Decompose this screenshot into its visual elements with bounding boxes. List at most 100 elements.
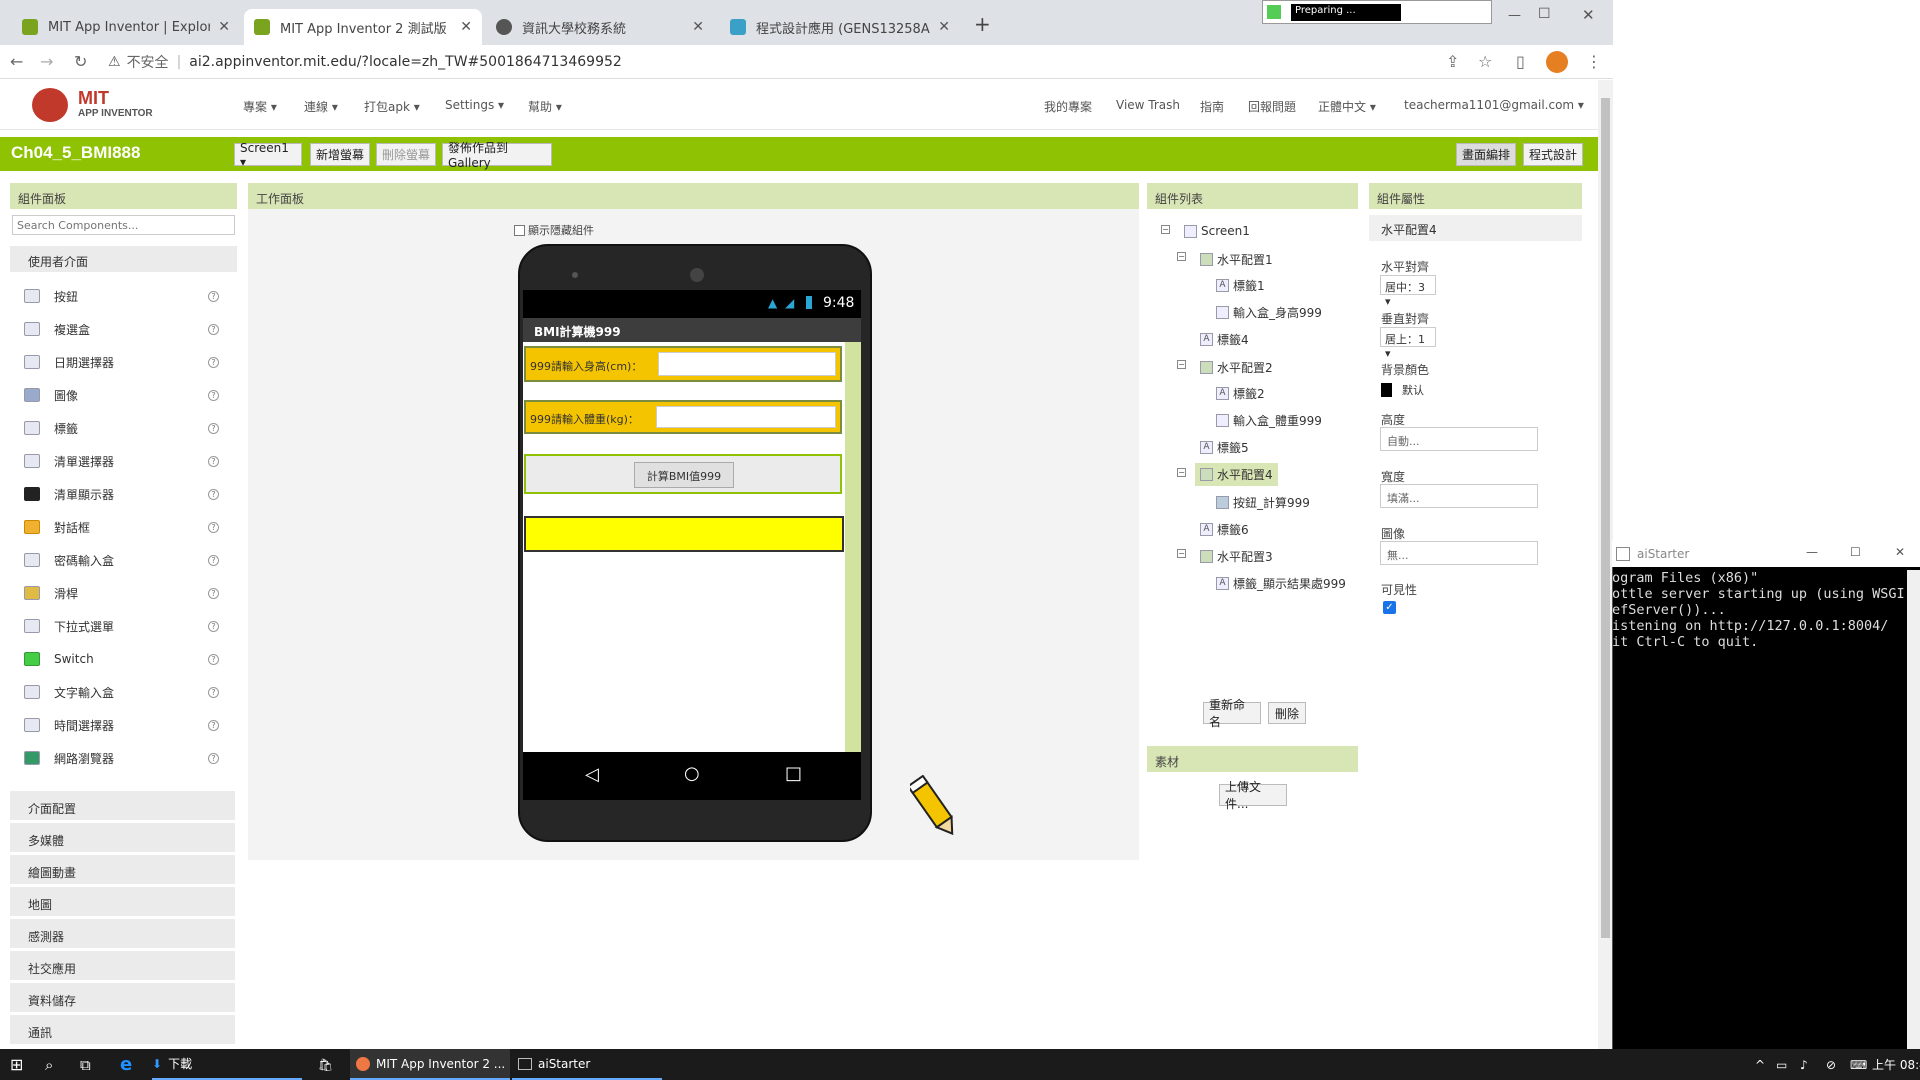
- help-icon[interactable]: ?: [208, 390, 219, 401]
- new-tab-button[interactable]: +: [974, 12, 991, 36]
- taskbar-downloads[interactable]: ⬇ 下載: [152, 1049, 302, 1080]
- help-icon[interactable]: ?: [208, 423, 219, 434]
- help-icon[interactable]: ?: [208, 357, 219, 368]
- tree-node-label5[interactable]: A 標籤5: [1200, 439, 1249, 456]
- help-icon[interactable]: ?: [208, 720, 219, 731]
- tree-node-label2[interactable]: A 標籤2: [1216, 385, 1265, 402]
- help-icon[interactable]: ?: [208, 753, 219, 764]
- tree-node-hbox2[interactable]: 水平配置2: [1200, 359, 1273, 376]
- menu-report[interactable]: 回報問題: [1248, 98, 1296, 115]
- taskbar-aistarter[interactable]: aiStarter: [512, 1049, 662, 1080]
- palette-item-spinner[interactable]: 下拉式選單: [24, 616, 114, 636]
- menu-language[interactable]: 正體中文 ▾: [1318, 98, 1376, 115]
- menu-account[interactable]: teacherma1101@gmail.com ▾: [1404, 98, 1584, 112]
- search-components-input[interactable]: [12, 215, 235, 235]
- height-input[interactable]: [658, 352, 836, 376]
- windows-start-icon[interactable]: ⊞: [10, 1049, 23, 1080]
- palette-item-listview[interactable]: 清單顯示器: [24, 484, 114, 504]
- kebab-menu-icon[interactable]: ⋮: [1586, 52, 1602, 71]
- help-icon[interactable]: ?: [208, 621, 219, 632]
- close-window-icon[interactable]: ✕: [1582, 6, 1595, 24]
- horizontal-arrangement-2[interactable]: 999請輸入體重(kg)：: [524, 400, 842, 434]
- close-icon[interactable]: ✕: [218, 19, 230, 35]
- tree-node-hbox1[interactable]: 水平配置1: [1200, 251, 1273, 268]
- tab-explore[interactable]: MIT App Inventor | Explore MIT✕: [12, 9, 240, 45]
- palette-item-timepicker[interactable]: 時間選擇器: [24, 715, 114, 735]
- tab-course[interactable]: 程式設計應用 (GENS13258A1) -✕: [720, 9, 960, 45]
- collapse-toggle[interactable]: −: [1177, 360, 1186, 369]
- add-screen-button[interactable]: 新增螢幕: [310, 143, 370, 166]
- tree-node-screen1[interactable]: Screen1: [1184, 224, 1250, 238]
- collapse-toggle[interactable]: −: [1177, 252, 1186, 261]
- bg-color-picker[interactable]: 默认: [1381, 382, 1424, 398]
- tray-chevron-icon[interactable]: ^: [1755, 1049, 1765, 1080]
- menu-help[interactable]: 幫助 ▾: [528, 98, 562, 115]
- share-icon[interactable]: ⇪: [1446, 52, 1459, 71]
- image-prop-field[interactable]: 無...: [1380, 541, 1538, 565]
- palette-item-checkbox[interactable]: 複選盒: [24, 319, 90, 339]
- help-icon[interactable]: ?: [208, 522, 219, 533]
- width-prop-field[interactable]: 填滿...: [1380, 484, 1538, 508]
- palette-item-button[interactable]: 按鈕: [24, 286, 78, 306]
- palette-item-webviewer[interactable]: 網路瀏覽器: [24, 748, 114, 768]
- menu-settings[interactable]: Settings ▾: [445, 98, 504, 112]
- height-prop-field[interactable]: 自動...: [1380, 427, 1538, 451]
- category-layout[interactable]: 介面配置: [10, 791, 235, 821]
- menu-build[interactable]: 打包apk ▾: [364, 98, 420, 115]
- show-hidden-toggle[interactable]: 顯示隱藏組件: [514, 222, 594, 238]
- remove-screen-button[interactable]: 刪除螢幕: [376, 143, 436, 166]
- store-icon[interactable]: 🛍: [318, 1049, 333, 1080]
- result-arrangement[interactable]: [524, 516, 844, 552]
- close-window-icon[interactable]: ✕: [1895, 545, 1905, 559]
- edge-icon[interactable]: e: [120, 1049, 132, 1080]
- tree-node-height-input[interactable]: 輸入盒_身高999: [1216, 304, 1322, 321]
- close-icon[interactable]: ✕: [692, 19, 704, 35]
- reload-icon[interactable]: ↻: [74, 52, 87, 71]
- mit-app-inventor-logo[interactable]: MIT APP INVENTOR: [32, 86, 162, 126]
- palette-item-datepicker[interactable]: 日期選擇器: [24, 352, 114, 372]
- help-icon[interactable]: ?: [208, 555, 219, 566]
- minimize-icon[interactable]: —: [1806, 545, 1818, 559]
- rename-button[interactable]: 重新命名: [1203, 698, 1261, 729]
- help-icon[interactable]: ?: [208, 324, 219, 335]
- taskbar-chrome[interactable]: MIT App Inventor 2 ...: [350, 1049, 510, 1080]
- taskbar-clock[interactable]: 上午 08:41: [1872, 1049, 1920, 1080]
- tree-node-label4[interactable]: A 標籤4: [1200, 331, 1249, 348]
- palette-item-switch[interactable]: Switch: [24, 649, 94, 669]
- help-icon[interactable]: ?: [208, 588, 219, 599]
- checkbox[interactable]: [514, 224, 525, 236]
- help-icon[interactable]: ?: [208, 456, 219, 467]
- close-icon[interactable]: ✕: [460, 19, 472, 35]
- menu-view-trash[interactable]: View Trash: [1116, 98, 1180, 112]
- calculate-button[interactable]: 計算BMI值999: [634, 462, 734, 488]
- scrollbar-thumb[interactable]: [1601, 98, 1610, 938]
- maximize-icon[interactable]: ☐: [1850, 545, 1861, 559]
- menu-my-projects[interactable]: 我的專案: [1044, 98, 1092, 115]
- palette-section-ui[interactable]: 使用者介面: [10, 246, 237, 272]
- ime-icon[interactable]: ⊘: [1826, 1049, 1836, 1080]
- tree-node-label1[interactable]: A 標籤1: [1216, 277, 1265, 294]
- help-icon[interactable]: ?: [208, 654, 219, 665]
- delete-button[interactable]: 刪除: [1268, 702, 1306, 724]
- search-icon[interactable]: ⌕: [45, 1049, 53, 1080]
- tree-node-result-label[interactable]: A 標籤_顯示結果處999: [1216, 575, 1346, 592]
- url-field[interactable]: ⚠ 不安全 | ai2.appinventor.mit.edu/?locale=…: [108, 49, 1428, 75]
- h-align-select[interactable]: 居中：3 ▾: [1380, 275, 1436, 308]
- category-social[interactable]: 社交應用: [10, 951, 235, 981]
- horizontal-arrangement-1[interactable]: 999請輸入身高(cm)：: [524, 346, 842, 382]
- tree-node-hbox4-selected[interactable]: 水平配置4: [1195, 463, 1278, 486]
- category-sensors[interactable]: 感測器: [10, 919, 235, 949]
- tab-appinventor[interactable]: MIT App Inventor 2 測試版 ✕: [244, 9, 482, 45]
- tab-school[interactable]: 資訊大學校務系統 ✕: [486, 9, 714, 45]
- weight-input[interactable]: [656, 406, 836, 428]
- profile-avatar[interactable]: [1546, 51, 1568, 73]
- help-icon[interactable]: ?: [208, 687, 219, 698]
- bookmark-star-icon[interactable]: ☆: [1478, 52, 1492, 71]
- help-icon[interactable]: ?: [208, 489, 219, 500]
- category-connectivity[interactable]: 通訊: [10, 1015, 235, 1045]
- v-align-select[interactable]: 居上：1 ▾: [1380, 327, 1436, 360]
- collapse-toggle[interactable]: −: [1161, 225, 1170, 234]
- page-scrollbar[interactable]: [1598, 80, 1613, 1049]
- horizontal-arrangement-4[interactable]: 計算BMI值999: [524, 454, 842, 494]
- palette-item-listpicker[interactable]: 清單選擇器: [24, 451, 114, 471]
